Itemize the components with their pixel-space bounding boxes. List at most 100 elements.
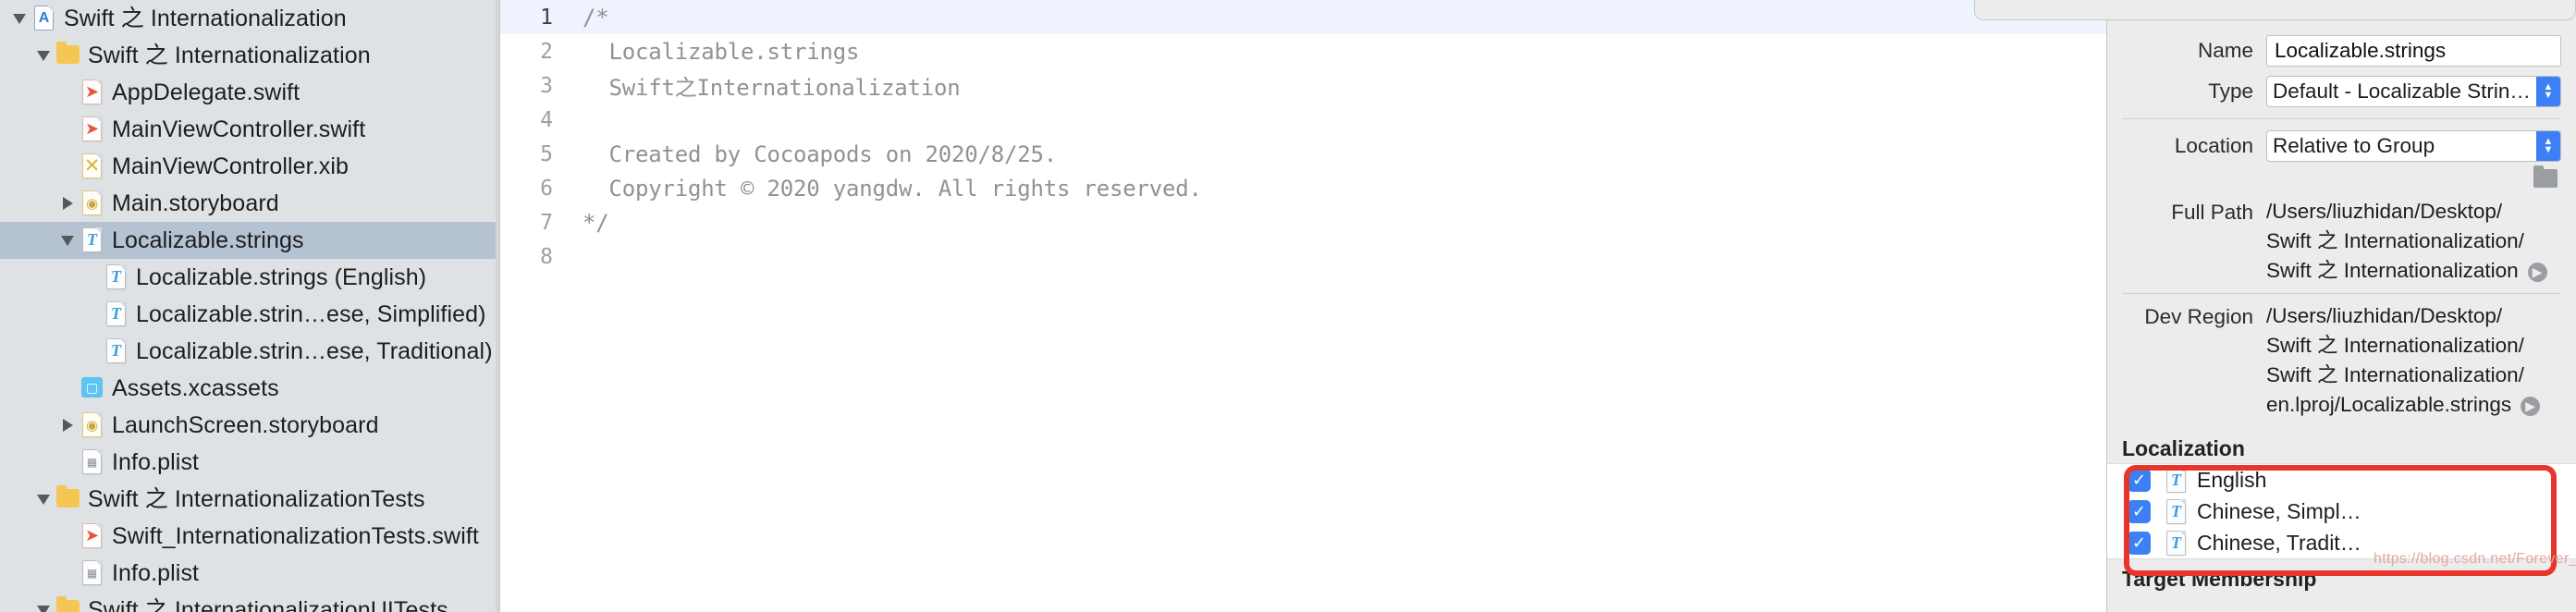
swift-file-icon: ➤ [82,116,102,141]
swift-file-icon: ➤ [82,523,102,548]
navigator-row[interactable]: T Localizable.strings (English) [0,259,499,296]
reveal-in-finder-icon[interactable]: ▶ [2521,396,2541,416]
watermark-text: https://blog.csdn.net/Forever_wj [2374,551,2576,567]
navigator-row[interactable]: ➤ AppDelegate.swift [0,74,499,111]
code-line[interactable]: 4 [499,103,2106,137]
location-select-value: Relative to Group [2273,134,2435,157]
navigator-row[interactable]: T Localizable.strings [0,222,499,259]
line-content: Localizable.strings [583,38,860,65]
navigator-row[interactable]: ▦ Info.plist [0,444,499,481]
localization-row[interactable]: ✓ T Chinese, Simpl… [2107,496,2576,527]
navigator-row-label: Localizable.strin…ese, Traditional) [136,337,493,364]
line-number: 6 [540,176,553,201]
navigator-row-label: Localizable.strings (English) [136,263,427,290]
project-navigator[interactable]: A Swift 之 Internationalization Swift 之 Int… [0,0,499,612]
disclosure-triangle[interactable] [7,13,31,24]
disclosure-triangle[interactable] [31,494,55,505]
disclosure-triangle[interactable] [55,235,80,246]
line-content: Copyright © 2020 yangdw. All rights rese… [583,175,1202,202]
xcassets-icon: ▢ [81,377,103,398]
type-select[interactable]: Default - Localizable Strin… ▲ ▼ [2266,76,2561,107]
navigator-row[interactable]: ◉ Main.storyboard [0,185,499,222]
localization-checkbox[interactable]: ✓ [2128,468,2151,492]
navigator-row-label: MainViewController.xib [112,153,350,179]
localization-checkbox[interactable]: ✓ [2128,499,2151,523]
strings-file-icon: T [2166,531,2186,556]
dev-region-label: Dev Region [2144,305,2253,328]
choose-folder-icon[interactable] [2533,165,2558,188]
disclosure-triangle[interactable] [31,50,55,61]
line-content: Created by Cocoapods on 2020/8/25. [583,141,1057,167]
code-line[interactable]: 3 Swift之Internationalization [499,68,2106,103]
navigator-row[interactable]: ▢ Assets.xcassets [0,370,499,407]
navigator-row[interactable]: T Localizable.strin…ese, Traditional) [0,333,499,370]
navigator-row-label: Localizable.strings [112,226,304,253]
code-line[interactable]: 8 [499,239,2106,274]
name-label: Name [2197,39,2253,62]
disclosure-triangle[interactable] [55,197,80,210]
navigator-row[interactable]: ➤ MainViewController.swift [0,111,499,148]
navigator-row[interactable]: ▦ Info.plist [0,555,499,592]
disclosure-triangle[interactable] [31,605,55,612]
code-line[interactable]: 6 Copyright © 2020 yangdw. All rights re… [499,171,2106,205]
code-line[interactable]: 2 Localizable.strings [499,34,2106,68]
chevron-right-icon [62,419,73,432]
navigator-row-label: MainViewController.swift [112,116,366,142]
line-number: 8 [540,244,553,269]
strings-file-icon: T [82,227,102,252]
chat-popup-overlay[interactable]: 麻烦执行给我一下 [1974,0,2576,20]
navigator-row-label: Swift 之 InternationalizationTests [88,485,425,512]
navigator-row[interactable]: ◉ LaunchScreen.storyboard [0,407,499,444]
localization-section-header: Localization [2107,435,2576,463]
navigator-row-label: Swift 之 Internationalization [64,5,347,31]
localization-list[interactable]: ✓ T English ✓ T Chinese, Simpl… ✓ T Chinese, Tra… [2107,463,2576,559]
chevron-down-icon [37,50,50,61]
line-number: 5 [540,141,553,166]
navigator-row-label: Info.plist [112,448,200,475]
navigator-row[interactable]: Swift 之 InternationalizationUITests [0,592,499,612]
name-input[interactable]: Localizable.strings [2266,35,2561,67]
navigator-row[interactable]: Swift 之 InternationalizationTests [0,481,499,518]
strings-file-icon: T [2166,499,2186,524]
folder-icon [56,42,80,64]
line-number: 7 [540,210,553,235]
localization-label: Chinese, Tradit… [2197,530,2361,555]
navigator-row[interactable]: Swift 之 Internationalization [0,37,499,74]
file-inspector[interactable]: Name Localizable.strings Type Default - … [2106,0,2576,612]
dev-region-value: /Users/liuzhidan/Desktop/Swift 之 Interna… [2266,301,2561,420]
chevron-down-icon [37,605,50,612]
localization-label: Chinese, Simpl… [2197,498,2361,523]
name-field-row: Name Localizable.strings [2107,35,2576,67]
strings-file-icon: T [2166,468,2186,493]
chevron-updown-icon: ▲ ▼ [2536,77,2560,106]
path-line: /Users/liuzhidan/Desktop/ [2266,200,2503,223]
storyboard-file-icon: ◉ [82,412,102,437]
chevron-down-icon [37,494,50,505]
reveal-in-finder-icon[interactable]: ▶ [2527,262,2547,282]
dev-region-row: Dev Region /Users/liuzhidan/Desktop/Swif… [2107,301,2576,420]
chevron-down-icon [61,235,74,246]
localization-label: English [2197,467,2267,492]
source-editor[interactable]: 1/* 2 Localizable.strings 3 Swift之Internat… [499,0,2106,612]
navigator-row-label: LaunchScreen.storyboard [112,411,379,438]
navigator-row[interactable]: ➤ Swift_InternationalizationTests.swift [0,518,499,555]
navigator-row-label: Main.storyboard [112,190,279,216]
code-line[interactable]: 1 /* [499,0,2106,34]
localization-row[interactable]: ✓ T English [2107,464,2576,496]
disclosure-triangle[interactable] [55,419,80,432]
navigator-row[interactable]: A Swift 之 Internationalization [0,0,499,37]
code-line[interactable]: 7 */ [499,205,2106,239]
type-label: Type [2208,80,2253,103]
type-field-row: Type Default - Localizable Strin… ▲ ▼ [2107,76,2576,107]
navigator-row-label: Info.plist [112,559,200,586]
localization-checkbox[interactable]: ✓ [2128,531,2151,555]
line-content: /* [583,4,609,31]
navigator-row-label: Swift 之 Internationalization [88,42,371,68]
target-membership-section-header: Target Membership [2107,565,2576,594]
location-select[interactable]: Relative to Group ▲ ▼ [2266,130,2561,162]
path-line: Swift 之 Internationalization/ [2266,363,2524,386]
location-field-row: Location Relative to Group ▲ ▼ [2107,130,2576,162]
navigator-row[interactable]: ✕ MainViewController.xib [0,148,499,185]
navigator-row[interactable]: T Localizable.strin…ese, Simplified) [0,296,499,333]
code-line[interactable]: 5 Created by Cocoapods on 2020/8/25. [499,137,2106,171]
